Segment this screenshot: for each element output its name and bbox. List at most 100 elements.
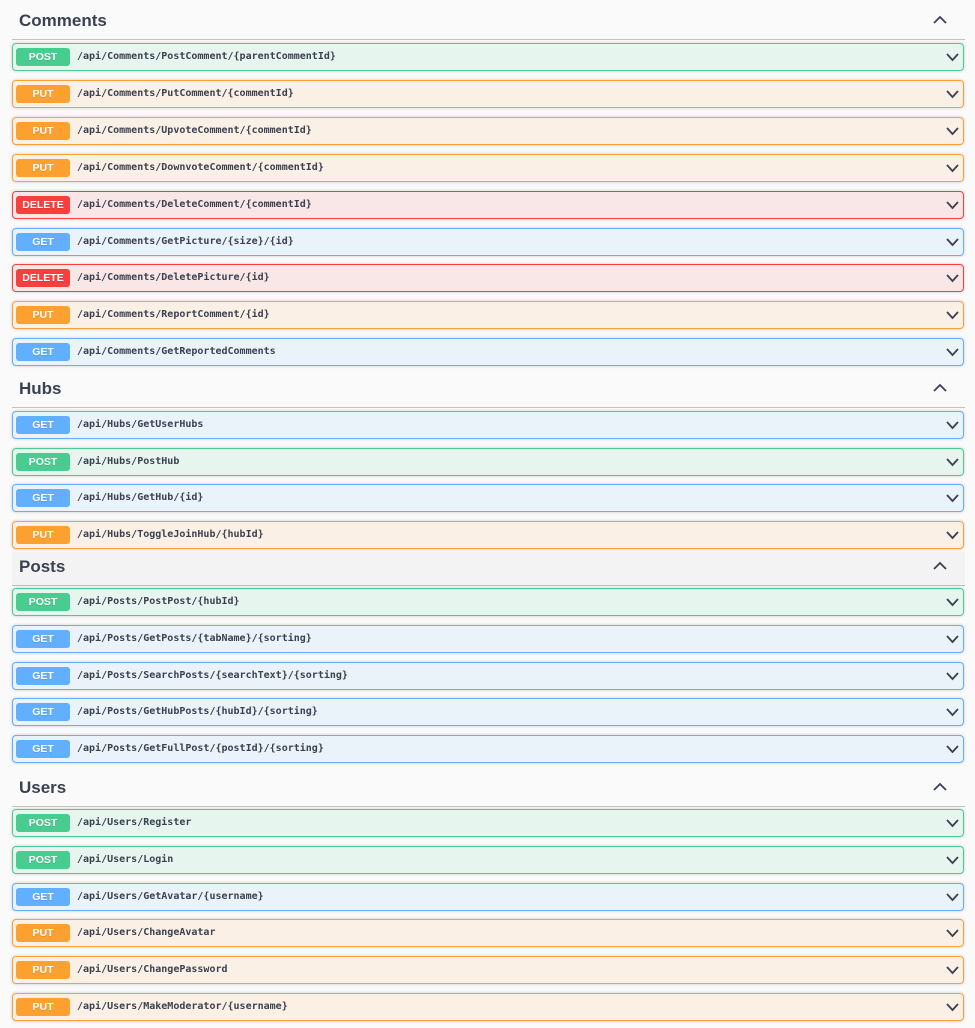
tag-posts[interactable]: Posts: [12, 552, 965, 586]
method-badge: GET: [16, 703, 70, 721]
chevron-down-icon[interactable]: [946, 744, 959, 754]
operation-path: /api/Hubs/PostHub: [77, 456, 180, 467]
chevron-down-icon[interactable]: [946, 237, 959, 247]
chevron-down-icon[interactable]: [946, 310, 959, 320]
operation-row[interactable]: GET/api/Comments/GetReportedComments: [12, 338, 964, 366]
chevron-down-icon[interactable]: [946, 530, 959, 540]
operation-path: /api/Hubs/GetUserHubs: [77, 419, 204, 430]
operation-row[interactable]: PUT/api/Users/ChangeAvatar: [12, 919, 964, 947]
operation-row[interactable]: GET/api/Posts/GetHubPosts/{hubId}/{sorti…: [12, 698, 964, 726]
operation-path: /api/Users/MakeModerator/{username}: [77, 1001, 288, 1012]
operation-row[interactable]: PUT/api/Users/ChangePassword: [12, 956, 964, 984]
operation-path: /api/Users/ChangePassword: [77, 964, 228, 975]
tag-users[interactable]: Users: [12, 773, 965, 807]
tag-hubs[interactable]: Hubs: [12, 374, 965, 408]
operation-row[interactable]: GET/api/Posts/GetFullPost/{postId}/{sort…: [12, 735, 964, 763]
operation-row[interactable]: POST/api/Hubs/PostHub: [12, 448, 964, 476]
method-badge: PUT: [16, 526, 70, 544]
chevron-down-icon[interactable]: [946, 126, 959, 136]
chevron-down-icon[interactable]: [946, 420, 959, 430]
operation-row[interactable]: POST/api/Users/Register: [12, 809, 964, 837]
chevron-down-icon[interactable]: [946, 597, 959, 607]
operation-row[interactable]: POST/api/Users/Login: [12, 846, 964, 874]
operation-row[interactable]: GET/api/Users/GetAvatar/{username}: [12, 883, 964, 911]
operation-row[interactable]: GET/api/Posts/SearchPosts/{searchText}/{…: [12, 662, 964, 690]
operation-row[interactable]: POST/api/Posts/PostPost/{hubId}: [12, 588, 964, 616]
chevron-down-icon[interactable]: [946, 163, 959, 173]
operation-path: /api/Comments/UpvoteComment/{commentId}: [77, 125, 312, 136]
operation-row[interactable]: PUT/api/Users/MakeModerator/{username}: [12, 993, 964, 1021]
chevron-down-icon[interactable]: [946, 89, 959, 99]
operation-row[interactable]: PUT/api/Hubs/ToggleJoinHub/{hubId}: [12, 521, 964, 549]
method-badge: POST: [16, 593, 70, 611]
chevron-down-icon[interactable]: [946, 200, 959, 210]
section-title: Users: [19, 778, 67, 797]
chevron-up-icon[interactable]: [933, 561, 947, 571]
chevron-down-icon[interactable]: [946, 892, 959, 902]
operation-row[interactable]: PUT/api/Comments/ReportComment/{id}: [12, 301, 964, 329]
chevron-down-icon[interactable]: [946, 457, 959, 467]
method-badge: GET: [16, 630, 70, 648]
chevron-down-icon[interactable]: [946, 634, 959, 644]
operation-path: /api/Comments/DeleteComment/{commentId}: [77, 199, 312, 210]
operation-row[interactable]: PUT/api/Comments/PutComment/{commentId}: [12, 80, 964, 108]
operation-path: /api/Comments/DownvoteComment/{commentId…: [77, 162, 324, 173]
method-badge: PUT: [16, 159, 70, 177]
chevron-down-icon[interactable]: [946, 347, 959, 357]
operation-path: /api/Posts/PostPost/{hubId}: [77, 596, 240, 607]
operation-row[interactable]: GET/api/Hubs/GetHub/{id}: [12, 484, 964, 512]
operation-row[interactable]: GET/api/Hubs/GetUserHubs: [12, 411, 964, 439]
operation-row[interactable]: PUT/api/Comments/DownvoteComment/{commen…: [12, 154, 964, 182]
chevron-down-icon[interactable]: [946, 671, 959, 681]
method-badge: PUT: [16, 85, 70, 103]
method-badge: PUT: [16, 961, 70, 979]
method-badge: GET: [16, 667, 70, 685]
chevron-down-icon[interactable]: [946, 493, 959, 503]
operation-row[interactable]: DELETE/api/Comments/DeleteComment/{comme…: [12, 191, 964, 219]
chevron-down-icon[interactable]: [946, 52, 959, 62]
chevron-down-icon[interactable]: [946, 855, 959, 865]
method-badge: GET: [16, 740, 70, 758]
operation-path: /api/Comments/DeletePicture/{id}: [77, 272, 270, 283]
operation-path: /api/Hubs/ToggleJoinHub/{hubId}: [77, 529, 264, 540]
operation-path: /api/Posts/GetFullPost/{postId}/{sorting…: [77, 743, 324, 754]
operation-row[interactable]: GET/api/Comments/GetPicture/{size}/{id}: [12, 228, 964, 256]
operation-path: /api/Users/Register: [77, 817, 192, 828]
operation-path: /api/Posts/GetPosts/{tabName}/{sorting}: [77, 633, 312, 644]
chevron-up-icon[interactable]: [933, 15, 947, 25]
chevron-down-icon[interactable]: [946, 273, 959, 283]
chevron-up-icon[interactable]: [933, 782, 947, 792]
chevron-down-icon[interactable]: [946, 928, 959, 938]
operation-path: /api/Users/ChangeAvatar: [77, 927, 216, 938]
method-badge: GET: [16, 489, 70, 507]
section-title: Hubs: [19, 379, 62, 398]
operation-path: /api/Comments/PutComment/{commentId}: [77, 88, 294, 99]
method-badge: GET: [16, 888, 70, 906]
chevron-down-icon[interactable]: [946, 1002, 959, 1012]
method-badge: PUT: [16, 998, 70, 1016]
method-badge: GET: [16, 416, 70, 434]
method-badge: DELETE: [16, 196, 70, 214]
method-badge: PUT: [16, 122, 70, 140]
tag-comments[interactable]: Comments: [12, 6, 965, 40]
operation-row[interactable]: PUT/api/Comments/UpvoteComment/{commentI…: [12, 117, 964, 145]
chevron-down-icon[interactable]: [946, 965, 959, 975]
method-badge: DELETE: [16, 269, 70, 287]
operation-path: /api/Hubs/GetHub/{id}: [77, 492, 204, 503]
chevron-down-icon[interactable]: [946, 707, 959, 717]
operation-path: /api/Users/GetAvatar/{username}: [77, 891, 264, 902]
operation-path: /api/Comments/GetReportedComments: [77, 346, 276, 357]
section-title: Posts: [19, 557, 66, 576]
operation-path: /api/Comments/PostComment/{parentComment…: [77, 51, 336, 62]
method-badge: POST: [16, 48, 70, 66]
section-title: Comments: [19, 11, 107, 30]
operation-row[interactable]: GET/api/Posts/GetPosts/{tabName}/{sortin…: [12, 625, 964, 653]
method-badge: GET: [16, 233, 70, 251]
chevron-up-icon[interactable]: [933, 383, 947, 393]
operation-row[interactable]: DELETE/api/Comments/DeletePicture/{id}: [12, 264, 964, 292]
method-badge: PUT: [16, 306, 70, 324]
chevron-down-icon[interactable]: [946, 818, 959, 828]
method-badge: PUT: [16, 924, 70, 942]
operation-row[interactable]: POST/api/Comments/PostComment/{parentCom…: [12, 43, 964, 71]
operation-path: /api/Users/Login: [77, 854, 174, 865]
